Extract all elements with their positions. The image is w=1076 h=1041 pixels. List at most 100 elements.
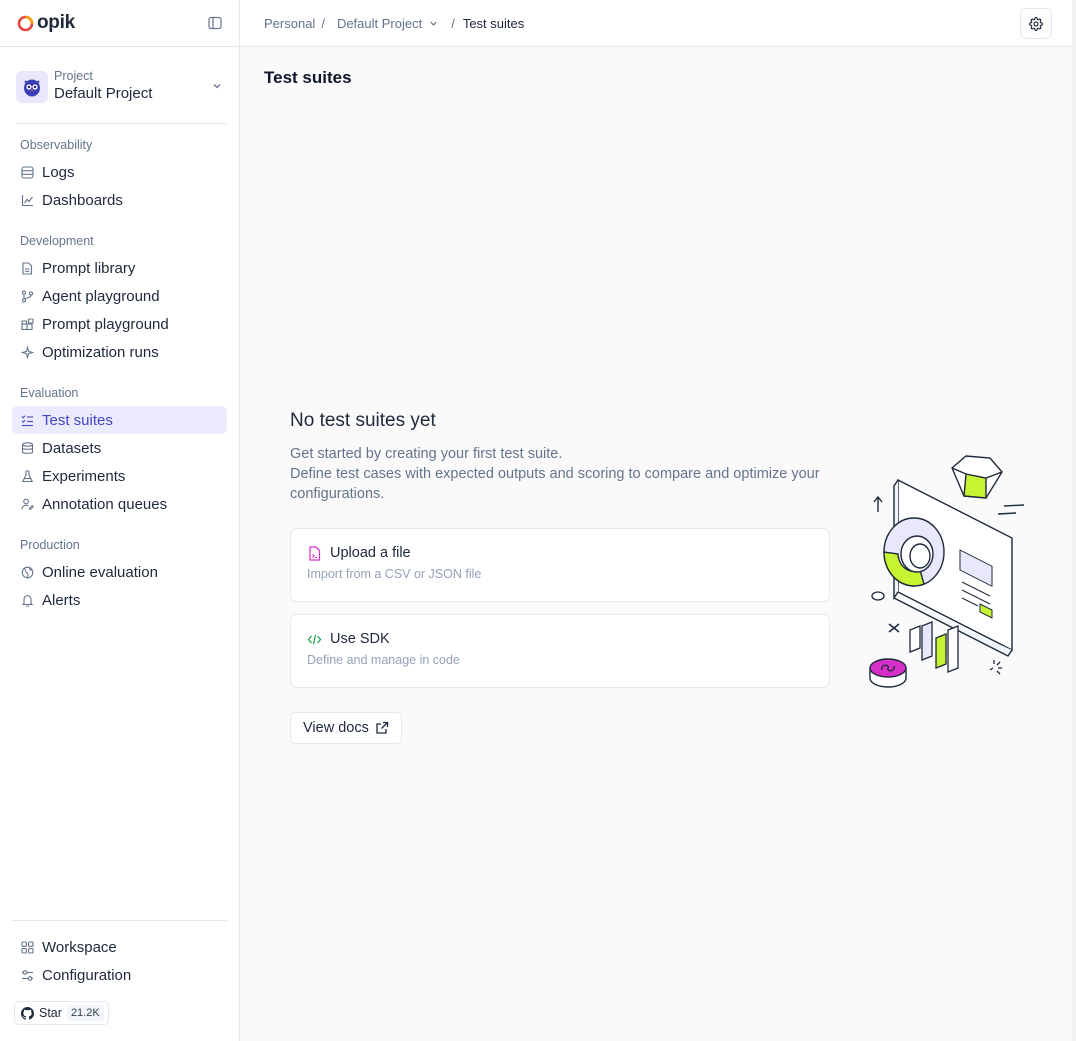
nav-item-prompt-library[interactable]: Prompt library [12,254,227,282]
nav-label: Workspace [42,938,117,956]
github-star-button[interactable]: Star 21.2K [14,1001,109,1025]
user-pen-icon [20,497,34,511]
nav-item-online-evaluation[interactable]: Online evaluation [12,558,227,586]
view-docs-button[interactable]: View docs [290,712,402,744]
test-suite-illustration [869,455,1025,688]
gear-icon [1029,16,1043,31]
github-icon [21,1006,34,1020]
sidebar-toggle-icon[interactable] [207,15,223,31]
breadcrumb-separator: / [321,15,325,31]
sliders-icon [20,968,34,982]
project-caption: Project [54,69,93,83]
breadcrumb-workspace-label: Personal [264,15,316,31]
page-title: Test suites [264,68,352,87]
empty-state-line-1: Get started by creating your first test … [290,446,563,462]
nav-item-configuration[interactable]: Configuration [12,961,227,989]
opik-logo[interactable]: opik [17,12,75,34]
list-checks-icon [20,413,34,427]
breadcrumb-project-label: Default Project [336,15,423,31]
breadcrumb-workspace[interactable]: Personal [264,16,315,31]
nav-label: Optimization runs [42,343,159,361]
database-icon [20,441,34,455]
upload-file-card[interactable]: Upload a file Import from a CSV or JSON … [290,528,830,602]
nav-label: Dashboards [42,191,123,209]
logo-text: opik [37,12,75,33]
empty-state-title: No test suites yet [290,410,436,431]
nav-item-optimization-runs[interactable]: Optimization runs [12,338,227,366]
flask-icon [20,469,34,483]
grid-icon [20,940,34,954]
nav-label: Alerts [42,591,81,609]
nav-item-logs[interactable]: Logs [12,158,227,186]
bar-chart-3d [909,621,959,673]
nav-item-alerts[interactable]: Alerts [12,586,227,614]
opik-logo-icon [17,15,34,31]
chevron-down-icon [213,84,221,89]
file-text-icon [20,261,34,275]
upload-file-subtitle: Import from a CSV or JSON file [307,567,482,581]
logo-row: opik [0,0,239,47]
loading-sparkle-icon [989,660,1002,675]
nav-item-test-suites[interactable]: Test suites [12,406,227,434]
section-title-observability: Observability [20,138,93,152]
upload-file-title: Upload a file [330,545,411,561]
nav-label: Experiments [42,467,126,485]
section-title-evaluation: Evaluation [20,386,79,400]
sidebar-bottom: Workspace Configuration Star 21.2K [12,920,227,1025]
bell-icon [20,593,34,607]
nav-item-annotation-queues[interactable]: Annotation queues [12,490,227,518]
globe-icon [20,565,34,579]
nav-label: Configuration [42,966,132,984]
section-title-production: Production [20,538,80,552]
github-star-count: 21.2K [66,1005,104,1021]
nav-item-prompt-playground[interactable]: Prompt playground [12,310,227,338]
empty-state-description: Get started by creating your first test … [290,444,830,504]
sparkles-icon [20,345,34,359]
nav-label: Agent playground [42,287,160,305]
upload-file-card-header: Upload a file [307,545,813,561]
project-avatar [16,70,48,103]
nav-item-dashboards[interactable]: Dashboards [12,186,227,214]
file-upload-icon [309,545,321,561]
nav-label: Online evaluation [42,563,158,581]
nav-item-experiments[interactable]: Experiments [12,462,227,490]
external-link-icon [376,721,388,734]
git-branch-icon [20,289,34,303]
use-sdk-card[interactable]: Use SDK Define and manage in code [290,614,830,688]
donut-chart [883,517,945,587]
settings-button[interactable] [1020,8,1052,39]
code-icon [307,634,322,644]
nav-label: Logs [42,163,75,181]
scrollbar-track[interactable] [1072,0,1076,1041]
nav-label: Prompt library [42,259,136,277]
project-name: Default Project [54,85,153,102]
sidebar: opik Project Default Project Observabili… [0,0,240,1041]
section-title-development: Development [20,234,94,248]
empty-state-line-2: Define test cases with expected outputs … [290,466,820,502]
nav-label: Datasets [42,439,102,457]
use-sdk-title: Use SDK [330,631,390,647]
nav-item-agent-playground[interactable]: Agent playground [12,282,227,310]
view-docs-label: View docs [303,720,369,736]
main-nav: Observability Logs Dashboards Developmen… [0,136,239,614]
breadcrumb-project-dropdown[interactable]: Default Project [333,16,443,31]
gem-icon [951,455,1003,499]
project-selector[interactable]: Project Default Project [16,63,227,124]
nav-label: Annotation queues [42,495,168,513]
chevron-down-icon [430,21,437,26]
coin-icon [869,658,907,688]
chart-line-icon [20,193,34,207]
nav-label: Prompt playground [42,315,169,333]
nav-label: Test suites [42,411,113,429]
github-star-label: Star [39,1006,62,1020]
top-bar: Personal / Default Project / Test suites [240,0,1076,47]
use-sdk-subtitle: Define and manage in code [307,653,460,667]
nav-item-datasets[interactable]: Datasets [12,434,227,462]
blocks-icon [20,317,34,331]
use-sdk-card-header: Use SDK [307,631,813,647]
owl-icon [24,79,40,96]
nav-item-workspace[interactable]: Workspace [12,933,227,961]
logs-icon [20,165,34,179]
project-text: Project Default Project [54,69,152,104]
breadcrumb-separator: / [451,15,455,31]
